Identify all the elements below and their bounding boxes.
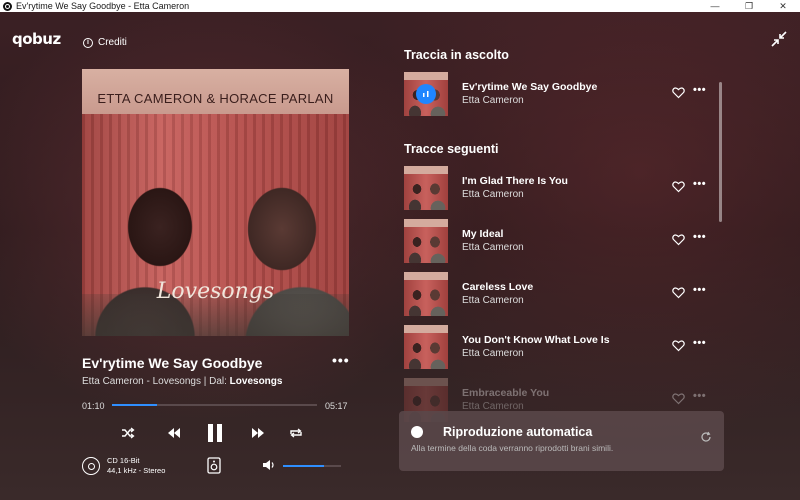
queue-row[interactable]: I'm Glad There Is You Etta Cameron ••• [404,166,710,210]
track-more-button[interactable]: ••• [693,337,706,349]
queue-row[interactable]: My Ideal Etta Cameron ••• [404,219,710,263]
track-thumbnail [404,219,448,263]
progress-fill [112,404,158,406]
shuffle-icon [122,427,135,439]
repeat-icon [290,428,302,438]
album-link[interactable]: Lovesongs [230,376,283,387]
time-total: 05:17 [325,401,348,411]
track-artist: Etta Cameron [462,295,524,306]
track-title: Ev'rytime We Say Goodbye [462,81,598,93]
minimize-button[interactable]: — [698,0,732,12]
autoplay-panel: Riproduzione automatica Alla termine del… [399,411,724,471]
subtitle-text: Etta Cameron - Lovesongs | Dal: [82,376,230,387]
track-artist: Etta Cameron [462,189,524,200]
repeat-button[interactable] [286,420,306,446]
track-artist: Etta Cameron [462,348,524,359]
track-more-button[interactable]: ••• [693,84,706,96]
refresh-icon[interactable] [700,431,712,443]
track-title: Embraceable You [462,387,550,399]
track-artist: Etta Cameron [462,95,524,106]
track-more-button[interactable]: ••• [693,231,706,243]
track-title: Careless Love [462,281,534,293]
queue-current-row[interactable]: Ev'rytime We Say Goodbye Etta Cameron ••… [404,72,710,116]
next-button[interactable] [248,420,268,446]
autoplay-toggle[interactable] [411,426,423,438]
heart-icon[interactable] [672,286,685,299]
playing-indicator-icon [416,84,436,104]
quality-bitdepth: CD 16-Bit [107,456,140,465]
track-more-button[interactable]: ••• [693,390,706,402]
queue-scrollbar[interactable] [719,82,722,222]
queue-row[interactable]: Careless Love Etta Cameron ••• [404,272,710,316]
now-playing-subtitle: Etta Cameron - Lovesongs | Dal: Lovesong… [82,376,282,387]
close-button[interactable]: ✕ [766,0,800,12]
qobuz-app-icon [3,1,12,11]
track-title: I'm Glad There Is You [462,175,568,187]
track-more-button[interactable]: ••• [332,352,350,368]
track-title: You Don't Know What Love Is [462,334,610,346]
pause-button[interactable] [204,420,226,446]
album-cover: ETTA CAMERON & HORACE PARLAN Lovesongs [82,69,349,336]
time-current: 01:10 [82,401,105,411]
collapse-icon[interactable] [770,30,788,48]
heart-icon[interactable] [672,180,685,193]
volume-slider[interactable] [283,465,341,467]
heart-icon[interactable] [672,392,685,405]
qobuz-logo[interactable]: qobuz [12,30,61,48]
next-icon [252,428,264,438]
quality-samplerate: 44,1 kHz - Stereo [107,466,166,475]
volume-fill [283,465,324,467]
credits-label: Crediti [98,37,127,48]
previous-icon [168,428,180,438]
now-playing-title: Ev'rytime We Say Goodbye [82,355,263,371]
cover-title-text: Lovesongs [156,279,275,304]
track-thumbnail [404,325,448,369]
pause-icon [208,424,222,442]
track-title: My Ideal [462,228,504,240]
track-artist: Etta Cameron [462,242,524,253]
track-more-button[interactable]: ••• [693,284,706,296]
progress-bar[interactable] [112,404,317,406]
heart-icon[interactable] [672,233,685,246]
track-thumbnail [404,72,448,116]
credits-button[interactable]: i Crediti [83,37,127,48]
info-icon: i [83,37,93,48]
cover-artist-text: ETTA CAMERON & HORACE PARLAN [97,91,334,106]
heart-icon[interactable] [672,86,685,99]
heart-icon[interactable] [672,339,685,352]
window-title: Ev'rytime We Say Goodbye - Etta Cameron [16,1,190,11]
audio-quality: CD 16-Bit 44,1 kHz - Stereo [82,456,165,476]
queue-row[interactable]: You Don't Know What Love Is Etta Cameron •… [404,325,710,369]
autoplay-description: Alla termine della coda verranno riprodo… [411,443,614,453]
now-playing-heading: Traccia in ascolto [404,48,509,62]
restore-button[interactable]: ❐ [732,0,766,12]
playback-controls [112,420,312,446]
upcoming-heading: Tracce seguenti [404,142,499,156]
autoplay-title: Riproduzione automatica [443,425,593,439]
track-more-button[interactable]: ••• [693,178,706,190]
track-thumbnail [404,272,448,316]
previous-button[interactable] [164,420,184,446]
device-icon[interactable] [207,457,221,474]
window-titlebar: Ev'rytime We Say Goodbye - Etta Cameron … [0,0,800,12]
volume-icon[interactable] [262,459,276,471]
shuffle-button[interactable] [118,420,138,446]
track-thumbnail [404,166,448,210]
cd-icon [82,457,100,475]
